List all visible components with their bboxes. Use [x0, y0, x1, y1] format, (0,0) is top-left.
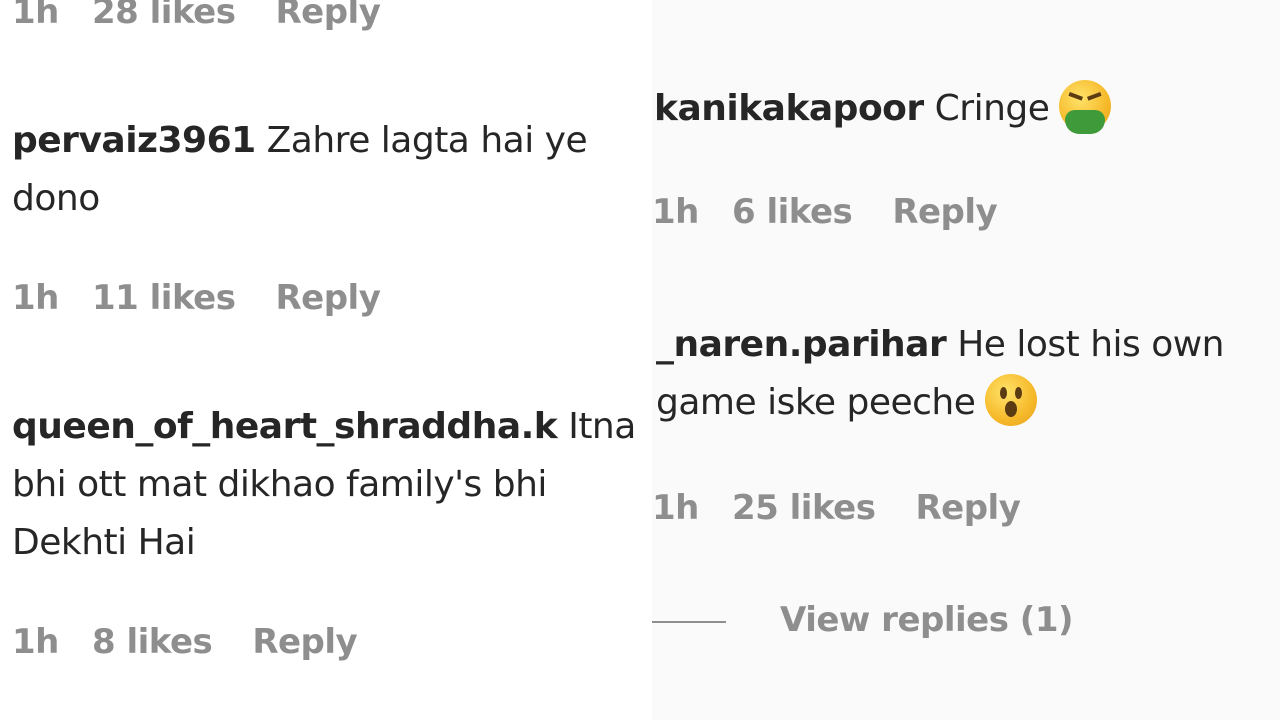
comment-likes[interactable]: 8 likes: [92, 622, 213, 662]
comment-time: 1h: [652, 488, 699, 528]
comment-meta-top: 1h 28 likes Reply: [12, 0, 381, 32]
comment-username[interactable]: _naren.parihar: [656, 324, 947, 365]
comment-username[interactable]: queen_of_heart_shraddha.k: [12, 406, 558, 447]
comments-panel-right: kanikakapoor Cringe 1h 6 likes Reply _nare…: [652, 0, 1280, 720]
comment-meta: 1h 25 likes Reply: [652, 488, 1021, 528]
reply-button[interactable]: Reply: [892, 192, 997, 232]
comment-text: bhi ott mat dikhao family's bhi: [12, 464, 547, 505]
reply-button[interactable]: Reply: [275, 0, 380, 32]
comment-text: game iske peeche: [656, 382, 976, 423]
divider: [652, 620, 726, 623]
comment-time: 1h: [652, 192, 699, 232]
comment-likes[interactable]: 25 likes: [732, 488, 876, 528]
comment-username[interactable]: kanikakapoor: [654, 88, 924, 129]
comment-meta: 1h 6 likes Reply: [652, 192, 998, 232]
comment-meta: 1h 8 likes Reply: [12, 622, 358, 662]
comment-meta: 1h 11 likes Reply: [12, 278, 381, 318]
comment-text: Zahre lagta hai ye: [266, 120, 588, 161]
comment-naren: _naren.parihar He lost his own game iske…: [656, 316, 1224, 432]
comment-likes[interactable]: 6 likes: [732, 192, 853, 232]
comment-kanika: kanikakapoor Cringe: [654, 80, 1112, 138]
nauseated-face-icon: [1059, 80, 1112, 134]
comment-time: 1h: [12, 0, 59, 32]
comment-text: Itna: [568, 406, 636, 447]
comments-panel-left: 1h 28 likes Reply pervaiz3961 Zahre lagta …: [0, 0, 652, 720]
comment-text: He lost his own: [957, 324, 1224, 365]
comment-queen: queen_of_heart_shraddha.k Itna bhi ott m…: [12, 398, 636, 572]
comment-text: Dekhti Hai: [12, 522, 196, 563]
view-replies-label[interactable]: View replies (1): [780, 600, 1074, 640]
comment-likes[interactable]: 28 likes: [92, 0, 236, 32]
comment-pervaiz: pervaiz3961 Zahre lagta hai ye dono: [12, 112, 588, 228]
comment-text: dono: [12, 178, 100, 219]
view-replies-button[interactable]: View replies (1): [652, 598, 1074, 642]
reply-button[interactable]: Reply: [275, 278, 380, 318]
reply-button[interactable]: Reply: [915, 488, 1020, 528]
surprised-face-icon: [985, 374, 1038, 426]
comment-username[interactable]: pervaiz3961: [12, 120, 256, 161]
reply-button[interactable]: Reply: [252, 622, 357, 662]
comment-time: 1h: [12, 278, 59, 318]
comment-likes[interactable]: 11 likes: [92, 278, 236, 318]
comment-text: Cringe: [934, 88, 1050, 129]
comment-time: 1h: [12, 622, 59, 662]
